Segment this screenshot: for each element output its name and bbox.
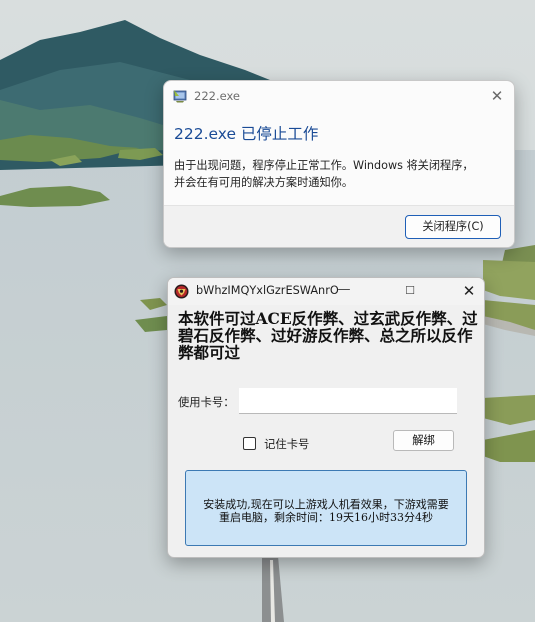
shield-logo-icon xyxy=(174,284,189,299)
card-number-input[interactable] xyxy=(239,388,457,414)
status-message-box: 安装成功,现在可以上游戏人机看效果，下游戏需要 重启电脑，剩余时间：19天16小… xyxy=(185,470,467,546)
status-line-1: 安装成功,现在可以上游戏人机看效果，下游戏需要 xyxy=(203,498,449,511)
crash-dialog: 222.exe ✕ 222.exe 已停止工作 由于出现问题，程序停止正常工作。… xyxy=(163,80,515,248)
crash-message: 由于出现问题，程序停止正常工作。Windows 将关闭程序， 并会在有可用的解决… xyxy=(174,157,509,191)
application-icon xyxy=(173,90,187,103)
card-number-label: 使用卡号： xyxy=(178,396,235,409)
tool-window-title: bWhzIMQYxlGzrESWAnrO xyxy=(196,284,339,297)
crash-dialog-title: 222.exe xyxy=(194,89,241,103)
remember-card-label: 记住卡号 xyxy=(264,437,310,451)
remember-card-checkbox[interactable] xyxy=(243,437,256,450)
close-program-button[interactable]: 关闭程序(C) xyxy=(405,215,501,239)
crash-heading: 222.exe 已停止工作 xyxy=(174,125,319,143)
close-icon[interactable]: ✕ xyxy=(456,280,482,302)
crash-dialog-footer: 关闭程序(C) xyxy=(164,205,514,247)
close-icon[interactable]: ✕ xyxy=(480,81,514,111)
crash-message-line-1: 由于出现问题，程序停止正常工作。Windows 将关闭程序， xyxy=(174,159,474,172)
crash-dialog-titlebar[interactable]: 222.exe ✕ xyxy=(164,81,514,111)
crash-message-line-2: 并会在有可用的解决方案时通知你。 xyxy=(174,176,354,189)
tool-window-titlebar[interactable]: bWhzIMQYxlGzrESWAnrO — ☐ ✕ xyxy=(168,278,484,305)
status-line-2: 重启电脑，剩余时间：19天16小时33分4秒 xyxy=(219,511,433,524)
unbind-button[interactable]: 解绑 xyxy=(393,430,454,451)
maximize-icon[interactable]: ☐ xyxy=(398,280,422,302)
tool-headline: 本软件可过ACE反作弊、过玄武反作弊、过碧石反作弊、过好游反作弊、总之所以反作弊… xyxy=(178,309,478,362)
tool-window: bWhzIMQYxlGzrESWAnrO — ☐ ✕ 本软件可过ACE反作弊、过… xyxy=(167,277,485,558)
minimize-icon[interactable]: — xyxy=(332,280,356,302)
remember-card-option[interactable]: 记住卡号 xyxy=(243,433,309,452)
